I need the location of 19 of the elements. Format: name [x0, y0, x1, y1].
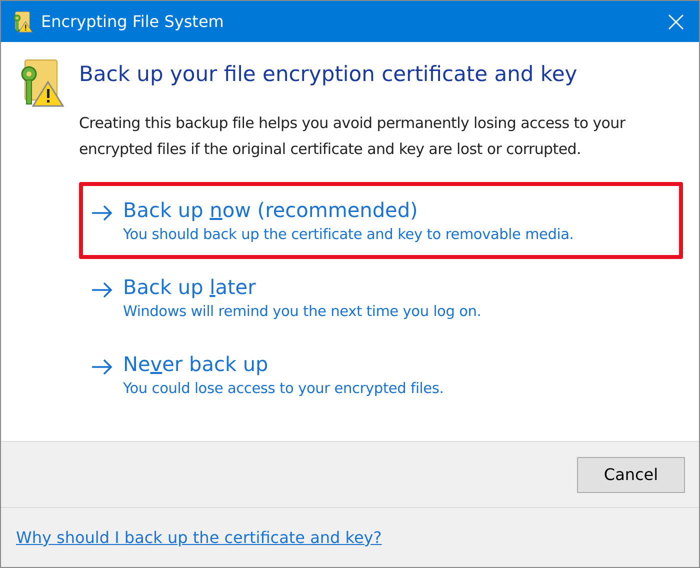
cancel-button[interactable]: Cancel: [577, 456, 685, 492]
option-title: Back up later: [123, 275, 257, 299]
dialog-heading: Back up your file encryption certificate and key: [79, 62, 578, 86]
help-link[interactable]: Why should I back up the certificate and key?: [16, 528, 382, 547]
description-text: Creating this backup file helps you avoid permanently losing access to your encrypted files if the original certificate and key are lost or corrupted.: [79, 113, 626, 160]
key-warning-icon: [11, 10, 33, 32]
command-link[interactable]: Back up later Windows will remind you the next time you log on.: [79, 259, 683, 336]
close-icon: [668, 14, 684, 30]
option-description: Windows will remind you the next time you log on.: [123, 304, 482, 320]
option-description: You could lose access to your encrypted files.: [123, 381, 444, 397]
command-link[interactable]: Never back up You could lose access to your encrypted files.: [79, 336, 683, 413]
option-title: Never back up: [123, 352, 270, 376]
arrow-icon: [91, 359, 113, 375]
arrow-icon: [91, 205, 113, 221]
arrow-icon: [91, 282, 113, 298]
window-title: Encrypting File System: [41, 12, 225, 31]
option-title: Back up now (recommended): [123, 198, 419, 222]
option-description: You should back up the certificate and key to removable media.: [123, 227, 574, 243]
command-link[interactable]: Back up now (recommended) You should back up the certificate and key to removable media.: [79, 182, 683, 259]
